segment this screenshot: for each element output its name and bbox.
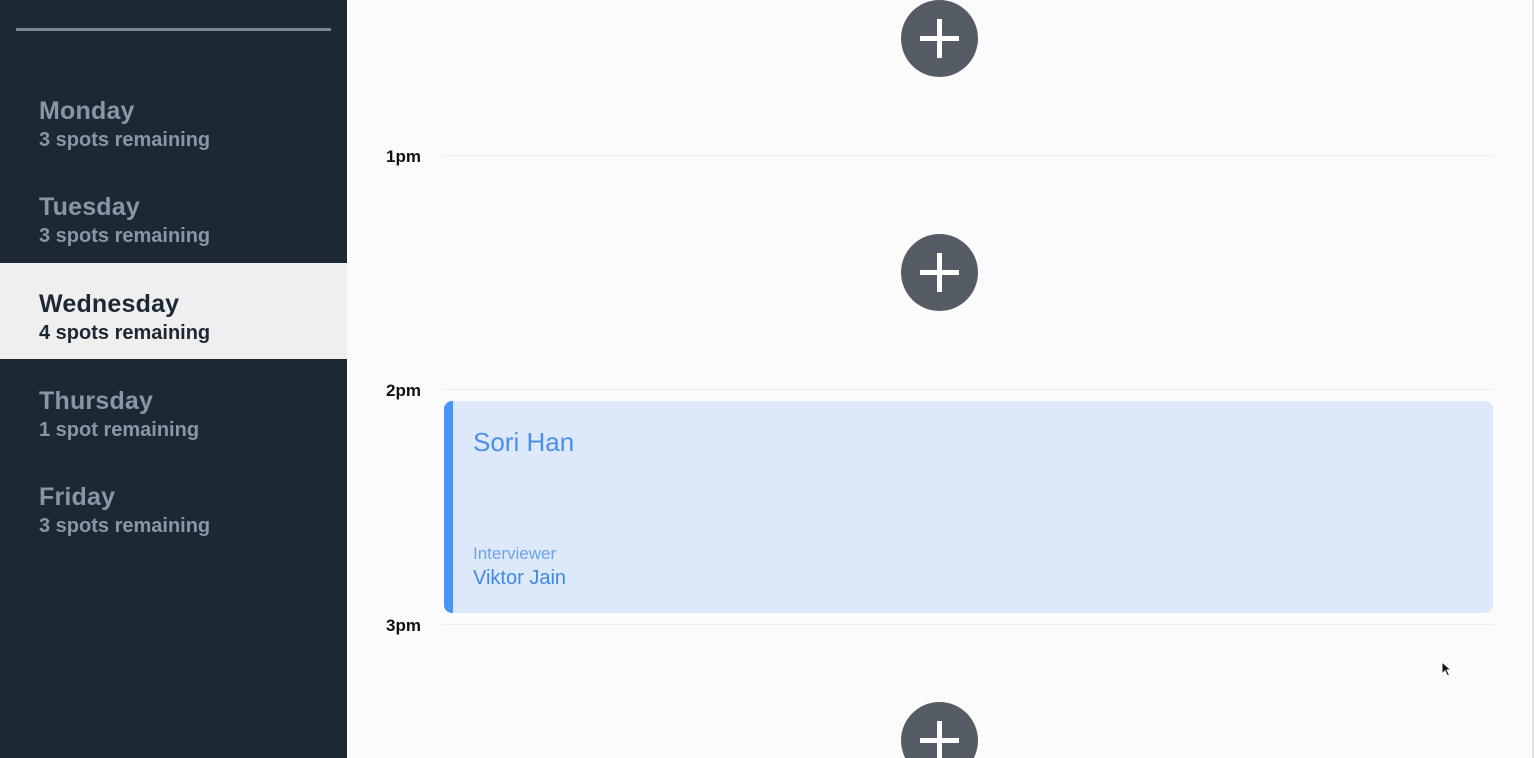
candidate-name: Sori Han (473, 427, 575, 457)
day-item-thursday[interactable]: Thursday 1 spot remaining (0, 360, 347, 456)
hour-label-2pm: 2pm (386, 381, 421, 400)
day-name: Wednesday (39, 290, 180, 318)
plus-icon (920, 253, 959, 292)
day-item-tuesday[interactable]: Tuesday 3 spots remaining (0, 166, 347, 262)
interviewer-label: Interviewer (473, 544, 557, 563)
hour-line (443, 389, 1493, 390)
sidebar-divider (16, 28, 331, 31)
add-slot-button[interactable] (901, 0, 978, 77)
hour-line (443, 155, 1493, 156)
day-spots-remaining: 3 spots remaining (39, 129, 211, 151)
day-item-monday[interactable]: Monday 3 spots remaining (0, 70, 347, 166)
day-spots-remaining: 1 spot remaining (39, 419, 200, 441)
day-item-friday[interactable]: Friday 3 spots remaining (0, 456, 347, 552)
scheduler-app: Monday 3 spots remaining Tuesday 3 spots… (0, 0, 1534, 758)
booking-accent-bar (444, 401, 453, 613)
plus-icon (920, 19, 959, 58)
add-slot-button[interactable] (901, 234, 978, 311)
hour-label-3pm: 3pm (386, 616, 421, 635)
day-spots-remaining: 4 spots remaining (39, 322, 211, 344)
hour-line (443, 624, 1493, 625)
day-item-wednesday[interactable]: Wednesday 4 spots remaining (0, 263, 347, 359)
hour-label-1pm: 1pm (386, 147, 421, 166)
plus-icon (920, 721, 959, 758)
add-slot-button[interactable] (901, 702, 978, 758)
day-name: Monday (39, 97, 135, 125)
day-name: Thursday (39, 387, 154, 415)
interviewer-name: Viktor Jain (473, 567, 567, 589)
booking-card[interactable]: Sori Han Interviewer Viktor Jain (444, 401, 1493, 613)
day-name: Friday (39, 483, 116, 511)
day-sidebar: Monday 3 spots remaining Tuesday 3 spots… (0, 0, 347, 758)
schedule-area: 1pm 2pm Sori Han Interviewer Viktor Jain… (347, 0, 1534, 758)
day-spots-remaining: 3 spots remaining (39, 515, 211, 537)
day-name: Tuesday (39, 193, 140, 221)
mouse-cursor-icon (1441, 661, 1453, 677)
day-spots-remaining: 3 spots remaining (39, 225, 211, 247)
